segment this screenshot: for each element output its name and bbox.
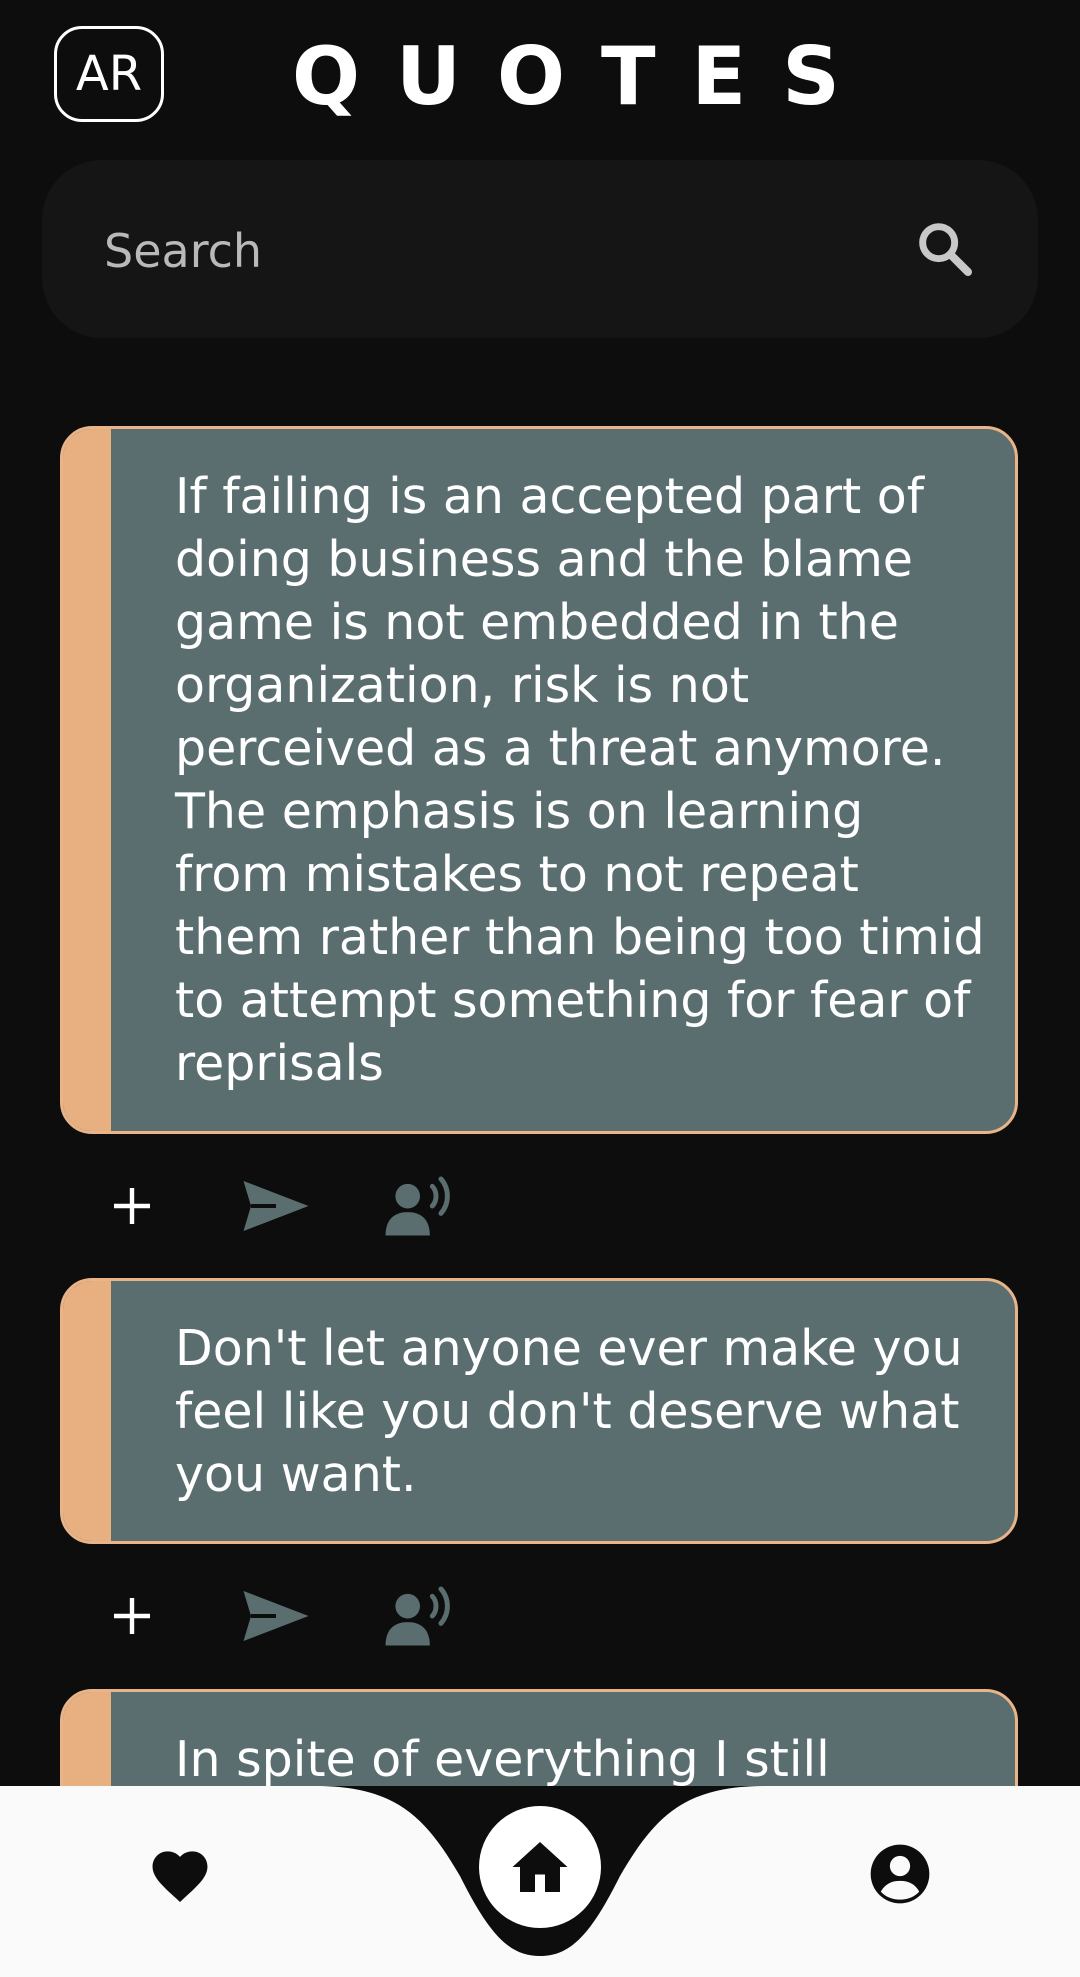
heart-icon xyxy=(152,1851,208,1902)
quote-card[interactable]: If failing is an accepted part of doing … xyxy=(60,426,1018,1134)
quote-text: If failing is an accepted part of doing … xyxy=(175,468,985,1092)
send-icon xyxy=(243,1181,309,1231)
search-icon[interactable] xyxy=(912,216,976,280)
nav-favorites-button[interactable] xyxy=(140,1834,220,1914)
account-circle-icon xyxy=(870,1844,930,1904)
card-accent-bar xyxy=(63,1281,111,1541)
share-button[interactable] xyxy=(240,1576,312,1656)
quote-text: In spite of everything I still xyxy=(175,1731,830,1786)
card-accent-bar xyxy=(63,1692,111,1786)
search-bar xyxy=(42,160,1038,338)
avatar-button[interactable]: AR xyxy=(54,26,164,122)
avatar-initials: AR xyxy=(75,46,143,102)
quote-card[interactable]: Don't let anyone ever make you feel like… xyxy=(60,1278,1018,1544)
nav-profile-button[interactable] xyxy=(860,1834,940,1914)
content-area: AR QUOTES If failing is an accepted part… xyxy=(0,0,1080,1786)
plus-icon xyxy=(114,1188,150,1224)
record-voice-icon xyxy=(385,1586,450,1646)
search-input[interactable] xyxy=(102,210,806,292)
quote-text: Don't let anyone ever make you feel like… xyxy=(175,1320,963,1503)
plus-icon xyxy=(114,1598,150,1634)
add-button[interactable] xyxy=(100,1576,164,1656)
add-button[interactable] xyxy=(100,1166,164,1246)
share-button[interactable] xyxy=(240,1166,312,1246)
speak-button[interactable] xyxy=(384,1576,456,1656)
record-voice-icon xyxy=(385,1176,450,1236)
home-icon xyxy=(512,1842,568,1892)
nav-home-button[interactable] xyxy=(479,1806,601,1928)
card-accent-bar xyxy=(63,429,111,1131)
quote-card[interactable]: In spite of everything I still xyxy=(60,1689,1018,1786)
page-title: QUOTES xyxy=(292,29,876,123)
bottom-navigation xyxy=(0,1786,1080,1977)
speak-button[interactable] xyxy=(384,1166,456,1246)
send-icon xyxy=(243,1591,309,1641)
